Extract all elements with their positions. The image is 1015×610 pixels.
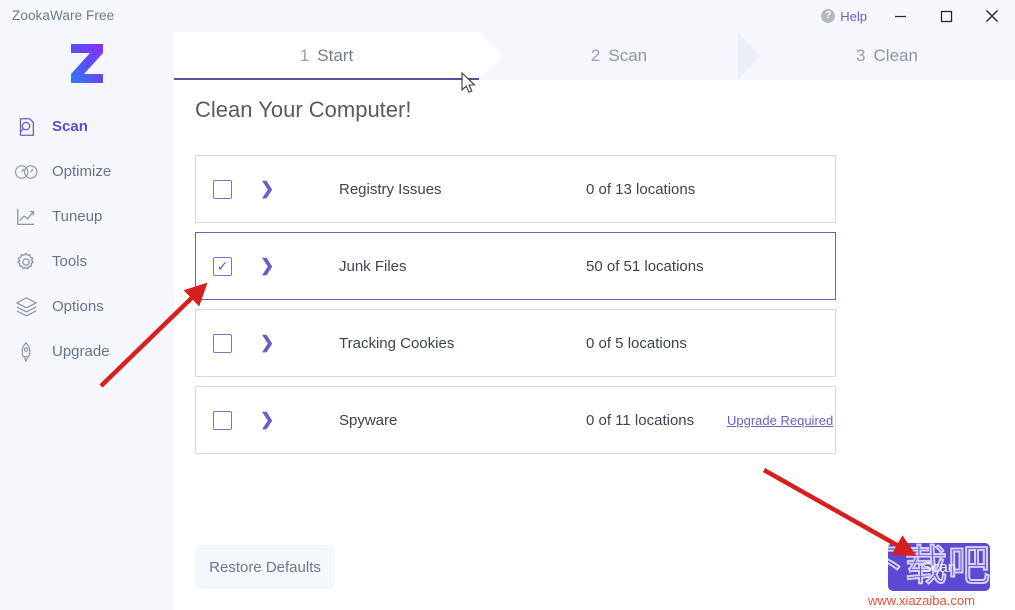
sidebar-item-upgrade[interactable]: Upgrade: [0, 329, 174, 374]
layers-icon: [14, 295, 38, 319]
sidebar-item-label: Tuneup: [52, 208, 103, 225]
tab-start[interactable]: 1 Start: [174, 32, 479, 80]
minimize-button[interactable]: [877, 0, 923, 32]
row-count: 0 of 11 locations: [586, 411, 695, 429]
tab-start-label: Start: [317, 46, 354, 65]
step-tabs: 1 Start 2 Scan 3 Clean: [174, 32, 1015, 80]
restore-defaults-button[interactable]: Restore Defaults: [195, 545, 335, 589]
help-button[interactable]: ? Help: [811, 0, 877, 32]
sidebar-item-label: Optimize: [52, 163, 112, 180]
zookaware-z-logo-icon: [71, 44, 103, 83]
row-label: Registry Issues: [339, 180, 442, 198]
row-checkbox[interactable]: [213, 333, 232, 353]
window-controls: ? Help: [811, 0, 1015, 32]
sidebar-item-tools[interactable]: Tools: [0, 239, 174, 284]
sidebar-item-label: Scan: [52, 118, 88, 135]
sidebar-item-scan[interactable]: Scan: [0, 104, 174, 149]
row-label: Junk Files: [339, 257, 407, 275]
list-item[interactable]: ❯ Spyware 0 of 11 locations Upgrade Requ…: [195, 386, 836, 454]
sidebar-item-label: Upgrade: [52, 343, 110, 360]
title-bar: ZookaWare Free ? Help: [0, 0, 1015, 32]
tab-scan[interactable]: 2 Scan: [479, 32, 759, 80]
app-window: ZookaWare Free ? Help Scan Optimize Tune…: [0, 0, 1015, 610]
tab-scan-number: 2: [590, 46, 601, 65]
upgrade-required-link[interactable]: Upgrade Required: [727, 413, 833, 428]
tab-scan-label: Scan: [608, 46, 648, 65]
help-label: Help: [840, 8, 867, 24]
close-icon: [986, 10, 998, 22]
sidebar: Scan Optimize Tuneup Tools Options Upgra…: [0, 32, 174, 610]
row-checkbox[interactable]: ✓: [213, 256, 232, 276]
tab-chevron-separator-icon: [738, 33, 760, 79]
rocket-icon: [14, 340, 38, 364]
maximize-icon: [940, 10, 952, 22]
app-title: ZookaWare Free: [12, 8, 115, 23]
main-content: Clean Your Computer! ❯ Registry Issues 0…: [174, 80, 1015, 610]
sidebar-nav: Scan Optimize Tuneup Tools Options Upgra…: [0, 104, 174, 374]
row-checkbox[interactable]: [213, 179, 232, 199]
chevron-right-icon[interactable]: ❯: [260, 179, 274, 199]
row-label: Tracking Cookies: [339, 334, 455, 352]
tab-start-number: 1: [299, 46, 310, 65]
maximize-button[interactable]: [923, 0, 969, 32]
sidebar-item-options[interactable]: Options: [0, 284, 174, 329]
list-item[interactable]: ✓ ❯ Junk Files 50 of 51 locations: [195, 232, 836, 300]
page-title: Clean Your Computer!: [195, 97, 412, 122]
checkmark-icon: ✓: [216, 257, 229, 274]
sidebar-item-optimize[interactable]: Optimize: [0, 149, 174, 194]
tab-clean-label: Clean: [873, 46, 918, 65]
chevron-right-icon[interactable]: ❯: [260, 256, 274, 276]
close-button[interactable]: [969, 0, 1015, 32]
sidebar-item-label: Tools: [52, 253, 88, 270]
chevron-right-icon[interactable]: ❯: [260, 333, 274, 353]
scan-document-magnifier-icon: [14, 115, 38, 139]
line-chart-icon: [14, 205, 38, 229]
list-item[interactable]: ❯ Tracking Cookies 0 of 5 locations: [195, 309, 836, 377]
scan-button[interactable]: Scan: [888, 543, 990, 591]
question-circle-icon: ?: [821, 9, 836, 23]
sidebar-item-tuneup[interactable]: Tuneup: [0, 194, 174, 239]
row-count: 50 of 51 locations: [586, 257, 704, 275]
app-logo: [0, 36, 174, 90]
minimize-icon: [894, 15, 906, 17]
gear-icon: [14, 250, 38, 274]
gauges-icon: [14, 160, 38, 184]
tab-clean[interactable]: 3 Clean: [759, 32, 1015, 80]
row-count: 0 of 5 locations: [586, 334, 687, 352]
row-label: Spyware: [339, 411, 398, 429]
list-item[interactable]: ❯ Registry Issues 0 of 13 locations: [195, 155, 836, 223]
row-checkbox[interactable]: [213, 410, 232, 430]
scan-target-list: ❯ Registry Issues 0 of 13 locations ✓ ❯ …: [195, 155, 836, 463]
sidebar-item-label: Options: [52, 298, 104, 315]
chevron-right-icon[interactable]: ❯: [260, 410, 274, 430]
tab-clean-number: 3: [856, 46, 866, 65]
row-count: 0 of 13 locations: [586, 180, 696, 198]
